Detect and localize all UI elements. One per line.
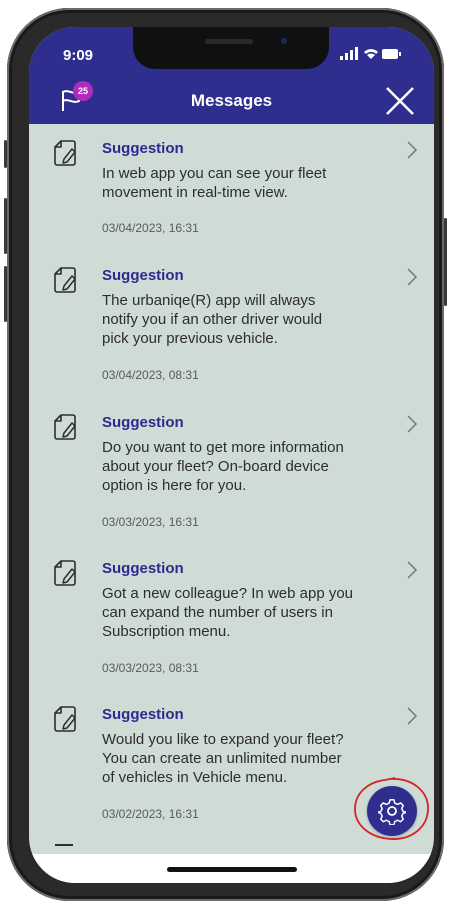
chevron-right-icon[interactable]	[406, 267, 418, 287]
message-title: Suggestion	[102, 267, 184, 284]
front-camera	[279, 36, 289, 46]
status-time: 9:09	[63, 47, 94, 64]
message-date: 03/04/2023, 08:31	[102, 368, 199, 382]
volume-up-button	[4, 198, 7, 254]
message-title: Suggestion	[102, 706, 184, 723]
message-body-line: Got a new colleague? In web app you	[102, 585, 354, 602]
message-body-line: pick your previous vehicle.	[102, 330, 278, 347]
message-list: Suggestion In web app you can see your fl…	[29, 124, 434, 844]
status-icons	[340, 47, 402, 64]
message-body: In web app you can see your fleet movemen…	[102, 164, 387, 202]
message-body-line: can expand the number of users in	[102, 604, 333, 621]
message-title: Suggestion	[102, 560, 184, 577]
volume-down-button	[4, 266, 7, 322]
message-date: 03/03/2023, 08:31	[102, 661, 199, 675]
page-title: Messages	[190, 91, 273, 110]
signal-wifi-battery-icon	[340, 47, 401, 60]
message-body: Would you like to expand your fleet? You …	[102, 730, 387, 787]
chevron-right-icon[interactable]	[406, 560, 418, 580]
message-body-line: movement in real-time view.	[102, 184, 288, 201]
chevron-right-icon[interactable]	[406, 706, 418, 726]
chevron-right-icon[interactable]	[406, 140, 418, 160]
message-body-line: option is here for you.	[102, 477, 247, 494]
message-body-line: Do you want to get more information	[102, 439, 344, 456]
message-body: The urbaniqe(R) app will always notify yo…	[102, 291, 387, 348]
message-item[interactable]: Suggestion Do you want to get more inform…	[29, 398, 434, 544]
power-button	[444, 218, 447, 306]
close-icon[interactable]	[384, 85, 416, 117]
message-body: Got a new colleague? In web app you can e…	[102, 584, 387, 641]
message-date: 03/02/2023, 16:31	[102, 807, 199, 821]
gear-icon	[378, 799, 406, 825]
message-body-line: of vehicles in Vehicle menu.	[102, 769, 288, 786]
speaker	[205, 39, 253, 44]
message-title: Suggestion	[102, 414, 184, 431]
message-item[interactable]: Suggestion The urbaniqe(R) app will alway…	[29, 251, 434, 397]
message-body-line: about your fleet? On-board device	[102, 458, 329, 475]
app-screen: 9:09 25 Messages Suggestion In web app yo…	[29, 27, 434, 883]
note-edit-icon	[54, 706, 76, 732]
message-body-line: Would you like to expand your fleet?	[102, 731, 344, 748]
message-body-line: The urbaniqe(R) app will always	[102, 292, 316, 309]
message-body-line: notify you if an other driver would	[102, 311, 323, 328]
message-body-line: You can create an unlimited number	[102, 750, 342, 767]
bottom-bar	[29, 854, 434, 883]
message-body: Do you want to get more information about…	[102, 438, 387, 495]
note-edit-icon	[54, 267, 76, 293]
home-indicator[interactable]	[167, 867, 297, 872]
note-edit-icon	[54, 414, 76, 440]
chevron-right-icon[interactable]	[406, 414, 418, 434]
message-date: 03/04/2023, 16:31	[102, 221, 199, 235]
mute-switch	[4, 140, 7, 168]
message-body-line: Subscription menu.	[102, 623, 231, 640]
settings-button[interactable]	[367, 786, 417, 836]
message-date: 03/03/2023, 16:31	[102, 515, 199, 529]
message-item[interactable]: Suggestion In web app you can see your fl…	[29, 124, 434, 270]
message-title: Suggestion	[102, 140, 184, 157]
notch	[133, 27, 329, 69]
message-item[interactable]: Suggestion Got a new colleague? In web ap…	[29, 544, 434, 690]
note-edit-icon	[54, 560, 76, 586]
note-edit-icon	[54, 140, 76, 166]
message-body-line: In web app you can see your fleet	[102, 165, 327, 182]
